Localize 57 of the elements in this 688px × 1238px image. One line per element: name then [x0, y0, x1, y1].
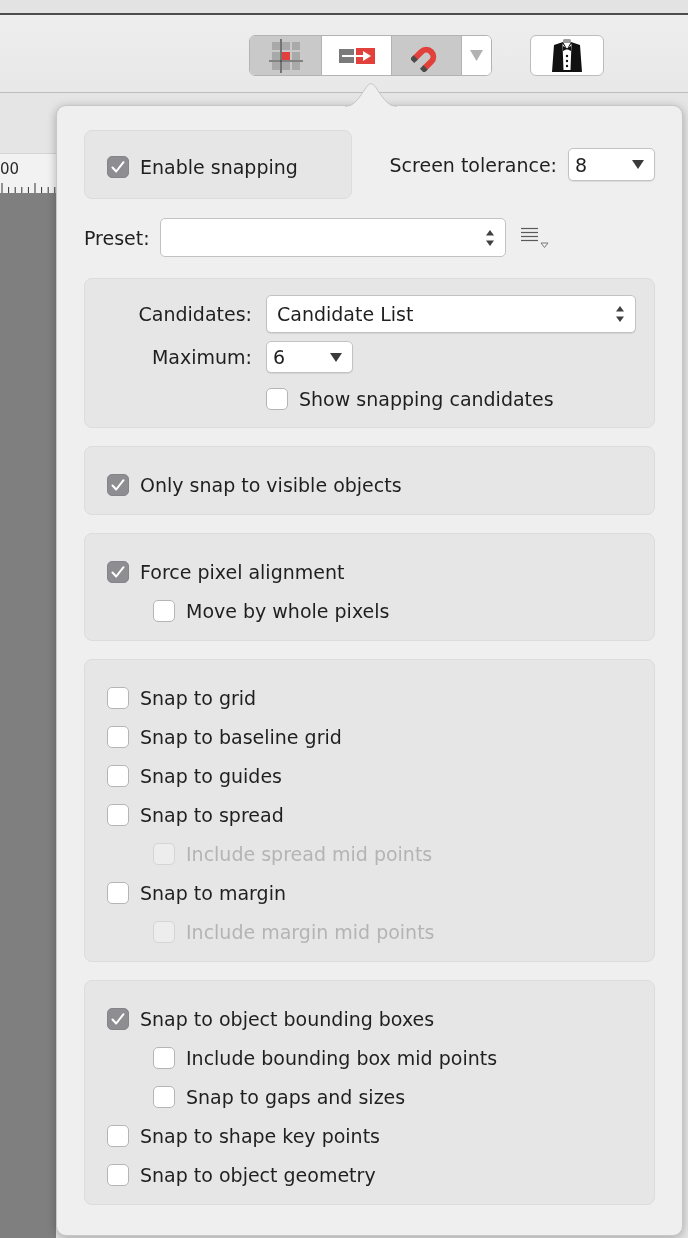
tuxedo-button[interactable] — [530, 35, 604, 76]
checkbox[interactable] — [107, 473, 129, 496]
checkbox[interactable] — [153, 599, 175, 622]
field-label: Maximum: — [151, 346, 252, 368]
checkbox-label: Only snap to visible objects — [140, 473, 402, 496]
checkbox-label: Snap to object geometry — [140, 1163, 376, 1186]
tuxedo-icon — [551, 38, 583, 73]
checkbox[interactable] — [107, 155, 129, 178]
checkbox[interactable] — [107, 1163, 129, 1186]
ruler-label: 00 — [0, 160, 20, 178]
checkbox-label: Snap to object bounding boxes — [140, 1007, 435, 1030]
checkbox-label: Force pixel alignment — [140, 560, 345, 583]
maximum-dropdown[interactable]: 6 — [266, 341, 353, 373]
checkbox-label: Snap to baseline grid — [140, 725, 342, 748]
checkbox[interactable] — [107, 725, 129, 748]
checkbox-label: Include bounding box mid points — [186, 1046, 498, 1069]
checkbox-label: Snap to grid — [140, 686, 257, 709]
checkmark-icon — [111, 478, 125, 491]
checkbox[interactable] — [107, 764, 129, 787]
checkbox[interactable] — [107, 1007, 129, 1030]
checkbox-label: Snap to shape key points — [140, 1124, 380, 1147]
field-label: Preset: — [84, 226, 150, 249]
checkbox[interactable] — [266, 388, 288, 410]
checkbox[interactable] — [107, 686, 129, 709]
candidates-popup[interactable]: Candidate List — [266, 295, 636, 333]
field-label: Screen tolerance: — [389, 153, 557, 176]
checkbox[interactable] — [107, 560, 129, 583]
checkmark-icon — [111, 160, 125, 173]
caret-icon — [632, 160, 644, 169]
checkbox-label: Snap to gaps and sizes — [186, 1085, 406, 1108]
checkbox-label: Snap to spread — [140, 803, 284, 826]
checkbox[interactable] — [107, 803, 129, 826]
preset-field[interactable] — [159, 218, 506, 257]
checkbox-label: Move by whole pixels — [186, 599, 390, 622]
dropdown-button[interactable] — [461, 36, 491, 75]
checkbox[interactable] — [107, 881, 129, 904]
field-label: Candidates: — [138, 303, 252, 325]
tolerance-dropdown[interactable]: 8 — [568, 148, 655, 181]
checkbox-label: Show snapping candidates — [299, 388, 554, 410]
snap-arrow-icon — [338, 46, 375, 65]
checkbox[interactable] — [153, 1046, 175, 1069]
grid-button[interactable] — [250, 36, 321, 75]
stepper-icon — [484, 228, 495, 247]
checkbox[interactable] — [107, 1124, 129, 1147]
magnet-button[interactable] — [391, 36, 461, 75]
checkmark-icon — [111, 1012, 125, 1025]
checkbox-label: Enable snapping — [140, 155, 298, 178]
grid-icon — [268, 38, 303, 73]
checkbox[interactable] — [153, 1085, 175, 1108]
list-menu-icon[interactable] — [520, 227, 549, 248]
ruler-ticks-drawing — [0, 181, 56, 193]
checkmark-icon — [111, 565, 125, 578]
caret-icon — [330, 352, 342, 362]
checkbox-label: Snap to margin — [140, 881, 286, 904]
caret-icon — [470, 50, 483, 61]
stepper-icon — [615, 305, 625, 323]
checkbox-label: Snap to guides — [140, 764, 282, 787]
